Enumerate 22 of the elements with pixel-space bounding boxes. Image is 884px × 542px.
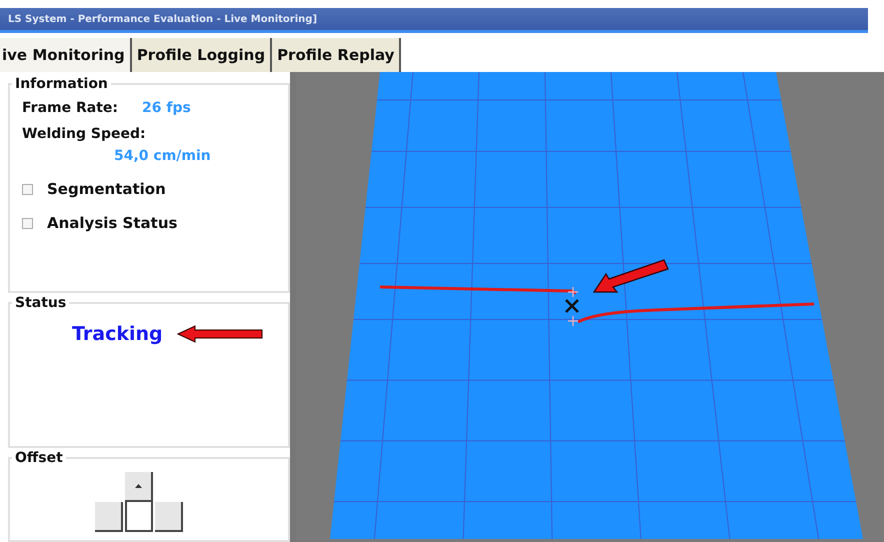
field-value: 26 fps [142, 100, 191, 116]
up-button[interactable] [125, 472, 153, 502]
status-value: Tracking [72, 322, 163, 345]
group-title: Information [14, 76, 109, 92]
checkbox-label[interactable]: Analysis Status [47, 214, 178, 232]
checkbox-label[interactable]: Segmentation [47, 180, 166, 198]
checkbox[interactable] [22, 184, 33, 194]
group-title: Offset [14, 450, 64, 466]
field-label: Frame Rate: [22, 100, 118, 116]
checkbox[interactable] [22, 218, 33, 228]
field-value: 54,0 cm/min [114, 148, 212, 164]
window-title: LS System - Performance Evaluation - Live Monitoring] [8, 14, 318, 24]
tab[interactable]: ive Monitoring [0, 38, 132, 72]
tab[interactable]: Profile Replay [272, 38, 402, 72]
field-label: Welding Speed: [22, 126, 147, 142]
center-button[interactable] [125, 502, 153, 532]
right-button[interactable] [155, 502, 183, 532]
arrow-icon [176, 324, 263, 343]
up-icon [134, 484, 142, 488]
tab[interactable]: Profile Logging [132, 38, 272, 72]
group-title: Status [14, 294, 68, 311]
left-button[interactable] [95, 502, 123, 532]
